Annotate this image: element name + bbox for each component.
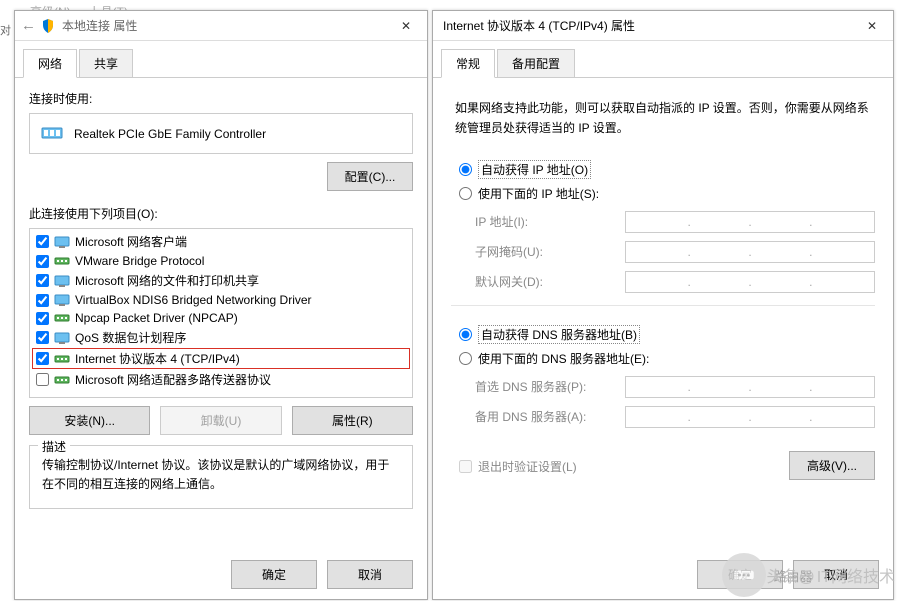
divider [451, 305, 875, 306]
item-label: Microsoft 网络适配器多路传送器协议 [75, 371, 271, 388]
item-label: VMware Bridge Protocol [75, 254, 204, 268]
back-icon: ← [21, 17, 36, 34]
description-legend: 描述 [38, 438, 70, 455]
description-text: 传输控制协议/Internet 协议。该协议是默认的广域网络协议，用于在不同的相… [42, 456, 400, 494]
window-title: Internet 协议版本 4 (TCP/IPv4) 属性 [439, 17, 857, 34]
list-item[interactable]: QoS 数据包计划程序 [32, 327, 410, 348]
ip-input: ... [625, 376, 875, 398]
ip-field-row: 备用 DNS 服务器(A):... [451, 402, 875, 432]
field-label: IP 地址(I): [475, 213, 615, 230]
protocol-icon [54, 311, 70, 325]
local-connection-properties-window: ← 本地连接 属性 ✕ 网络 共享 连接时使用: Realtek PCIe Gb… [14, 10, 428, 600]
field-label: 子网掩码(U): [475, 243, 615, 260]
adapter-name: Realtek PCIe GbE Family Controller [74, 127, 266, 141]
protocol-icon [54, 352, 70, 366]
properties-button[interactable]: 属性(R) [292, 406, 413, 435]
item-checkbox[interactable] [36, 331, 49, 344]
item-checkbox[interactable] [36, 255, 49, 268]
item-checkbox[interactable] [36, 312, 49, 325]
watermark: 路由器 头条@ IT网络技术 [722, 553, 896, 597]
field-label: 备用 DNS 服务器(A): [475, 408, 615, 425]
protocol-icon [54, 293, 70, 307]
info-text: 如果网络支持此功能，则可以获取自动指派的 IP 设置。否则，你需要从网络系统管理… [451, 92, 875, 153]
ip-radio-group: 自动获得 IP 地址(O) 使用下面的 IP 地址(S): [451, 153, 875, 207]
field-label: 默认网关(D): [475, 273, 615, 290]
list-item[interactable]: Npcap Packet Driver (NPCAP) [32, 309, 410, 327]
ip-input: ... [625, 211, 875, 233]
list-item[interactable]: Microsoft 网络适配器多路传送器协议 [32, 369, 410, 390]
radio-manual-dns[interactable]: 使用下面的 DNS 服务器地址(E): [459, 347, 875, 370]
list-item[interactable]: Microsoft 网络客户端 [32, 231, 410, 252]
window-title: 本地连接 属性 [62, 17, 391, 34]
description-fieldset: 描述 传输控制协议/Internet 协议。该协议是默认的广域网络协议，用于在不… [29, 445, 413, 509]
ip-field-row: IP 地址(I):... [451, 207, 875, 237]
adapter-box: Realtek PCIe GbE Family Controller [29, 113, 413, 154]
shield-icon [40, 18, 56, 34]
field-label: 首选 DNS 服务器(P): [475, 378, 615, 395]
protocol-icon [54, 373, 70, 387]
item-checkbox[interactable] [36, 352, 49, 365]
list-item[interactable]: Microsoft 网络的文件和打印机共享 [32, 270, 410, 291]
items-label: 此连接使用下列项目(O): [29, 205, 413, 222]
advanced-button[interactable]: 高级(V)... [789, 451, 875, 480]
item-label: Microsoft 网络的文件和打印机共享 [75, 272, 259, 289]
item-checkbox[interactable] [36, 274, 49, 287]
background-fragment: 对 [0, 22, 10, 52]
watermark-text: IT网络技术 [817, 563, 895, 587]
watermark-badge-icon [722, 553, 766, 597]
titlebar[interactable]: ← 本地连接 属性 ✕ [15, 11, 427, 41]
ip-field-row: 默认网关(D):... [451, 267, 875, 297]
item-label: QoS 数据包计划程序 [75, 329, 186, 346]
radio-auto-dns[interactable]: 自动获得 DNS 服务器地址(B) [459, 322, 875, 347]
item-label: Npcap Packet Driver (NPCAP) [75, 311, 238, 325]
ip-field-row: 子网掩码(U):... [451, 237, 875, 267]
ok-button[interactable]: 确定 [231, 560, 317, 589]
list-item[interactable]: VMware Bridge Protocol [32, 252, 410, 270]
network-items-list[interactable]: Microsoft 网络客户端 VMware Bridge Protocol Mic… [29, 228, 413, 398]
ip-input: ... [625, 241, 875, 263]
install-button[interactable]: 安装(N)... [29, 406, 150, 435]
protocol-icon [54, 235, 70, 249]
tab-network[interactable]: 网络 [23, 49, 77, 78]
connect-using-label: 连接时使用: [29, 90, 413, 107]
close-icon[interactable]: ✕ [391, 15, 421, 37]
dns-radio-group: 自动获得 DNS 服务器地址(B) 使用下面的 DNS 服务器地址(E): [451, 318, 875, 372]
protocol-icon [54, 274, 70, 288]
tab-sharing[interactable]: 共享 [79, 49, 133, 77]
item-checkbox[interactable] [36, 373, 49, 386]
uninstall-button: 卸载(U) [160, 406, 281, 435]
watermark-prefix: 头条@ [767, 563, 815, 587]
tabs: 常规 备用配置 [433, 41, 893, 78]
configure-button[interactable]: 配置(C)... [327, 162, 413, 191]
tab-alternate[interactable]: 备用配置 [497, 49, 575, 77]
cancel-button[interactable]: 取消 [327, 560, 413, 589]
ipv4-properties-window: Internet 协议版本 4 (TCP/IPv4) 属性 ✕ 常规 备用配置 … [432, 10, 894, 600]
tabs: 网络 共享 [15, 41, 427, 78]
ip-field-row: 首选 DNS 服务器(P):... [451, 372, 875, 402]
item-label: Microsoft 网络客户端 [75, 233, 187, 250]
list-item[interactable]: Internet 协议版本 4 (TCP/IPv4) [32, 348, 410, 369]
tab-general[interactable]: 常规 [441, 49, 495, 78]
item-checkbox[interactable] [36, 294, 49, 307]
protocol-icon [54, 254, 70, 268]
network-adapter-icon [40, 122, 64, 145]
radio-manual-ip[interactable]: 使用下面的 IP 地址(S): [459, 182, 875, 205]
ip-input: ... [625, 406, 875, 428]
close-icon[interactable]: ✕ [857, 15, 887, 37]
protocol-icon [54, 331, 70, 345]
ip-input: ... [625, 271, 875, 293]
radio-auto-ip[interactable]: 自动获得 IP 地址(O) [459, 157, 875, 182]
item-checkbox[interactable] [36, 235, 49, 248]
item-label: VirtualBox NDIS6 Bridged Networking Driv… [75, 293, 312, 307]
item-label: Internet 协议版本 4 (TCP/IPv4) [75, 350, 240, 367]
list-item[interactable]: VirtualBox NDIS6 Bridged Networking Driv… [32, 291, 410, 309]
titlebar[interactable]: Internet 协议版本 4 (TCP/IPv4) 属性 ✕ [433, 11, 893, 41]
